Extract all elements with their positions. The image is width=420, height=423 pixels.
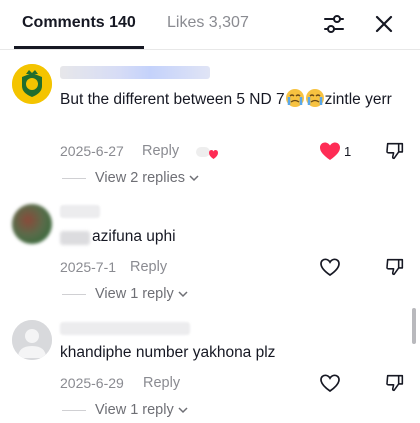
comment-date: 2025-7-1 [60, 259, 117, 275]
view-replies-divider [62, 410, 86, 411]
dislike-icon[interactable] [384, 372, 406, 394]
default-avatar-icon [12, 320, 52, 360]
active-tab-indicator [14, 46, 144, 49]
like-heart-filled-icon[interactable] [318, 139, 342, 163]
view-replies-divider [62, 294, 86, 295]
dislike-icon[interactable] [384, 256, 406, 278]
creator-liked-icon [196, 147, 218, 159]
tab-comments[interactable]: Comments 140 [22, 14, 136, 32]
dislike-icon[interactable] [384, 140, 406, 162]
scrollbar[interactable] [412, 308, 416, 344]
comment-date: 2025-6-29 [60, 375, 124, 391]
close-icon[interactable] [372, 12, 396, 36]
chevron-down-icon [178, 407, 188, 414]
chevron-down-icon [178, 291, 188, 298]
comments-header: Comments 140 Likes 3,307 [0, 0, 420, 50]
like-heart-outline-icon[interactable] [318, 371, 342, 395]
like-heart-outline-icon[interactable] [318, 255, 342, 279]
username-redacted[interactable] [60, 205, 100, 218]
sliders-icon[interactable] [322, 12, 346, 36]
reply-button[interactable]: Reply [130, 259, 167, 275]
username-prefix-redacted [60, 231, 90, 245]
chevron-down-icon [189, 175, 199, 182]
crying-face-emoji [305, 89, 324, 107]
reply-button[interactable]: Reply [142, 143, 179, 159]
crying-face-emoji [285, 89, 304, 107]
username-redacted[interactable] [60, 322, 190, 335]
comment-text: azifuna uphi [92, 228, 176, 245]
view-replies-button[interactable]: View 1 reply [95, 286, 188, 302]
club-logo-icon [12, 64, 52, 104]
view-replies-button[interactable]: View 1 reply [95, 402, 188, 418]
comment-text: But the different between 5 ND 7 zintle y… [60, 88, 400, 111]
comment-text: khandiphe number yakhona plz [60, 344, 276, 361]
avatar[interactable] [12, 320, 52, 360]
avatar[interactable] [12, 64, 52, 104]
view-replies-divider [62, 178, 86, 179]
avatar[interactable] [12, 204, 52, 244]
view-replies-button[interactable]: View 2 replies [95, 170, 199, 186]
reply-button[interactable]: Reply [143, 375, 180, 391]
tab-likes[interactable]: Likes 3,307 [167, 14, 249, 32]
like-count: 1 [344, 144, 352, 159]
username-redacted[interactable] [60, 66, 210, 79]
comment-date: 2025-6-27 [60, 143, 124, 159]
